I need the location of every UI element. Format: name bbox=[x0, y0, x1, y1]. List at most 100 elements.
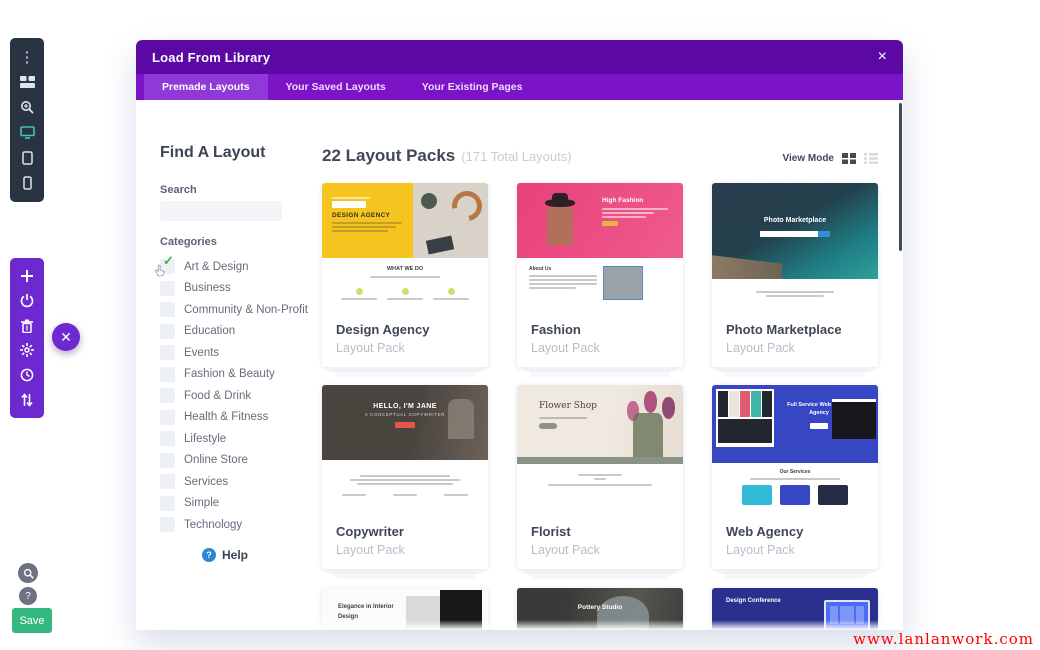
builder-close-button[interactable]: ✕ bbox=[52, 323, 80, 351]
category-food-drink[interactable]: Food & Drink bbox=[160, 385, 310, 407]
layout-card-design-agency[interactable]: DESIGN AGENCY bbox=[322, 183, 488, 377]
load-from-library-modal: Load From Library × Premade Layouts Your… bbox=[136, 40, 903, 630]
wireframe-view-icon[interactable] bbox=[18, 73, 36, 91]
search-label: Search bbox=[160, 184, 197, 196]
layout-card-photo-marketplace[interactable]: Photo Marketplace Photo Marketplace Layo… bbox=[712, 183, 878, 377]
thumb-hero-text: Elegance in Interior Design bbox=[338, 602, 398, 622]
checkbox[interactable] bbox=[160, 474, 175, 489]
category-health-fitness[interactable]: Health & Fitness bbox=[160, 407, 310, 429]
layout-card-fashion[interactable]: High Fashion About Us bbox=[517, 183, 683, 377]
packs-count: 22 Layout Packs bbox=[322, 146, 455, 166]
category-services[interactable]: Services bbox=[160, 471, 310, 493]
checkbox[interactable] bbox=[160, 345, 175, 360]
card-subtitle: Layout Pack bbox=[336, 543, 474, 557]
category-lifestyle[interactable]: Lifestyle bbox=[160, 428, 310, 450]
checkbox[interactable] bbox=[160, 324, 175, 339]
zoom-icon[interactable] bbox=[18, 98, 36, 116]
category-label: Simple bbox=[184, 497, 219, 509]
category-simple[interactable]: Simple bbox=[160, 493, 310, 515]
desktop-view-icon[interactable] bbox=[18, 124, 36, 142]
layout-card-interior-design[interactable]: Elegance in Interior Design bbox=[322, 588, 488, 630]
layout-card-pottery-studio[interactable]: Pottery Studio bbox=[517, 588, 683, 630]
list-view-icon[interactable] bbox=[864, 153, 878, 164]
card-title: Design Agency bbox=[336, 322, 474, 337]
checkbox[interactable] bbox=[160, 410, 175, 425]
thumbnail: Photo Marketplace bbox=[712, 183, 878, 313]
card-title: Copywriter bbox=[336, 524, 474, 539]
swap-arrows-icon[interactable] bbox=[18, 391, 36, 409]
trash-icon[interactable] bbox=[18, 317, 36, 335]
layout-card-web-agency[interactable]: Full Service Web Design Agency Our Servi… bbox=[712, 385, 878, 579]
category-education[interactable]: Education bbox=[160, 321, 310, 343]
category-label: Fashion & Beauty bbox=[184, 368, 275, 380]
close-icon: ✕ bbox=[60, 329, 72, 346]
tab-your-existing-pages[interactable]: Your Existing Pages bbox=[404, 74, 541, 100]
category-label: Food & Drink bbox=[184, 390, 251, 402]
checkbox[interactable] bbox=[160, 367, 175, 382]
help-link[interactable]: ? Help bbox=[202, 548, 248, 562]
checkbox-checked[interactable]: ✓ bbox=[160, 259, 175, 274]
thumb-hero-text: Photo Marketplace bbox=[712, 217, 878, 224]
tablet-view-icon[interactable] bbox=[18, 149, 36, 167]
search-input[interactable] bbox=[160, 201, 282, 221]
category-label: Lifestyle bbox=[184, 433, 226, 445]
magnifier-icon bbox=[23, 568, 34, 579]
category-business[interactable]: Business bbox=[160, 278, 310, 300]
thumbnail: Full Service Web Design Agency Our Servi… bbox=[712, 385, 878, 515]
add-icon[interactable] bbox=[18, 267, 36, 285]
thumb-hero-text: Flower Shop bbox=[539, 401, 597, 411]
layout-card-design-conference[interactable]: Design Conference bbox=[712, 588, 878, 630]
tab-your-saved-layouts[interactable]: Your Saved Layouts bbox=[268, 74, 404, 100]
view-mode: View Mode bbox=[783, 153, 879, 164]
checkbox[interactable] bbox=[160, 517, 175, 532]
category-label: Education bbox=[184, 325, 235, 337]
thumbnail: Pottery Studio bbox=[517, 588, 683, 630]
category-technology[interactable]: Technology bbox=[160, 514, 310, 536]
settings-gear-icon[interactable] bbox=[18, 341, 36, 359]
tab-premade-layouts[interactable]: Premade Layouts bbox=[144, 74, 268, 100]
history-clock-icon[interactable] bbox=[18, 366, 36, 384]
card-title: Fashion bbox=[531, 322, 669, 337]
thumbnail: DESIGN AGENCY bbox=[322, 183, 488, 313]
thumb-section-text: About Us bbox=[529, 266, 597, 272]
category-online-store[interactable]: Online Store bbox=[160, 450, 310, 472]
category-community[interactable]: Community & Non-Profit bbox=[160, 299, 310, 321]
thumbnail: High Fashion About Us bbox=[517, 183, 683, 313]
checkbox[interactable] bbox=[160, 281, 175, 296]
card-title: Florist bbox=[531, 524, 669, 539]
checkbox[interactable] bbox=[160, 496, 175, 511]
kebab-menu-icon[interactable]: ⋮ bbox=[18, 48, 36, 66]
thumbnail: Flower Shop bbox=[517, 385, 683, 515]
categories-list: ✓ Art & Design Business Community & Non-… bbox=[160, 256, 310, 536]
grid-view-icon[interactable] bbox=[842, 153, 856, 164]
thumb-hero-text: High Fashion bbox=[602, 197, 668, 204]
layout-card-copywriter[interactable]: HELLO, I'M JANE A CONCEPTUAL COPYWRITER bbox=[322, 385, 488, 579]
layout-packs-area: 22 Layout Packs (171 Total Layouts) View… bbox=[322, 100, 903, 630]
category-fashion-beauty[interactable]: Fashion & Beauty bbox=[160, 364, 310, 386]
portability-icon[interactable] bbox=[18, 292, 36, 310]
save-button[interactable]: Save bbox=[12, 608, 52, 633]
thumb-section-text: Our Services bbox=[712, 469, 878, 475]
category-art-design[interactable]: ✓ Art & Design bbox=[160, 256, 310, 278]
checkbox[interactable] bbox=[160, 302, 175, 317]
checkbox[interactable] bbox=[160, 388, 175, 403]
sidebar-heading: Find A Layout bbox=[160, 144, 265, 162]
help-bubble-button[interactable]: ? bbox=[19, 587, 37, 605]
thumb-hero-text: HELLO, I'M JANE bbox=[322, 403, 488, 410]
layout-card-florist[interactable]: Flower Shop bbox=[517, 385, 683, 579]
view-mode-label: View Mode bbox=[783, 153, 835, 164]
thumb-hero-text: Design Conference bbox=[726, 598, 806, 604]
page-zoom-button[interactable] bbox=[18, 563, 38, 583]
modal-title: Load From Library bbox=[152, 50, 270, 65]
checkbox[interactable] bbox=[160, 431, 175, 446]
help-icon: ? bbox=[202, 548, 216, 562]
category-events[interactable]: Events bbox=[160, 342, 310, 364]
card-title: Photo Marketplace bbox=[726, 322, 864, 337]
category-label: Health & Fitness bbox=[184, 411, 268, 423]
modal-close-icon[interactable]: × bbox=[878, 49, 887, 65]
modal-header: Load From Library × bbox=[136, 40, 903, 74]
card-title: Web Agency bbox=[726, 524, 864, 539]
checkbox[interactable] bbox=[160, 453, 175, 468]
modal-scrollbar[interactable] bbox=[899, 103, 902, 251]
phone-view-icon[interactable] bbox=[18, 174, 36, 192]
